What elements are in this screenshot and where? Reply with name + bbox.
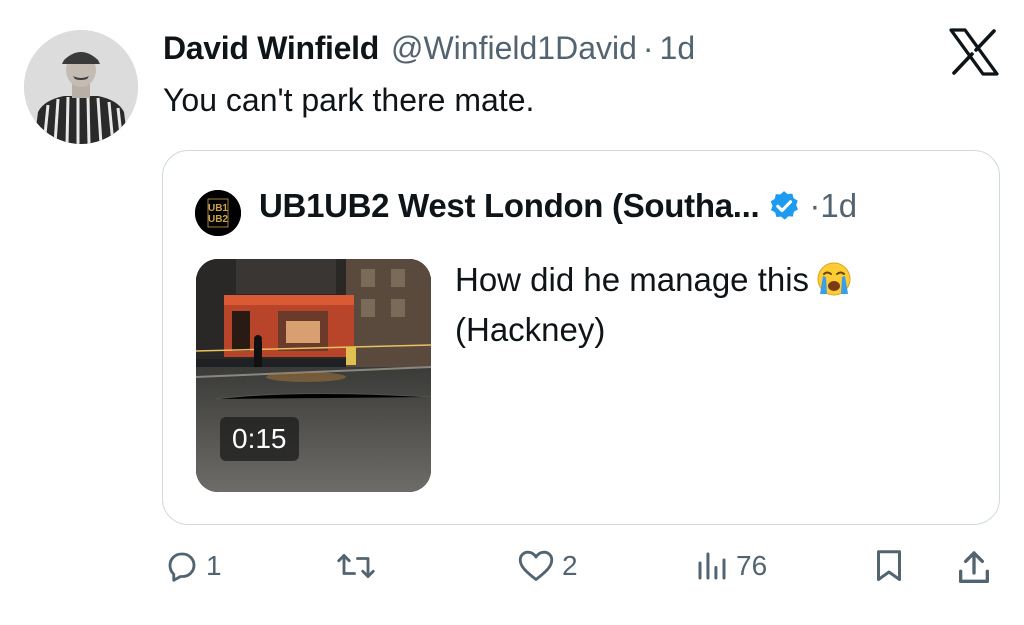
reply-icon — [168, 552, 196, 582]
bookmark-icon — [877, 550, 901, 581]
bookmark-button[interactable] — [872, 548, 906, 584]
reply-button[interactable]: 1 — [164, 548, 222, 584]
share-icon — [959, 551, 989, 583]
quoted-author-avatar[interactable]: UB1 UB2 — [195, 190, 241, 236]
quoted-tweet-header: UB1UB2 West London (Southa... · 1d — [259, 187, 857, 225]
reply-count: 1 — [206, 550, 222, 581]
quoted-text-line-1: How did he manage this — [455, 255, 975, 305]
like-count: 2 — [562, 550, 578, 581]
quoted-text-line-1-text: How did he manage this — [455, 261, 810, 298]
author-avatar[interactable] — [24, 30, 138, 144]
quoted-text-line-2: (Hackney) — [455, 311, 606, 348]
like-button[interactable]: 2 — [516, 548, 578, 584]
author-handle[interactable]: @Winfield1David — [391, 30, 637, 67]
quoted-tweet-card[interactable]: UB1 UB2 UB1UB2 West London (Southa... · … — [162, 150, 1000, 525]
quoted-separator-dot: · — [809, 187, 821, 224]
separator-dot: · — [642, 30, 654, 66]
tweet-text: You can't park there mate. — [163, 82, 535, 118]
x-logo-icon — [948, 28, 1000, 76]
views-chart-icon — [698, 552, 726, 580]
loudly-crying-face-icon — [817, 262, 851, 296]
repost-button[interactable] — [334, 548, 384, 584]
quoted-avatar-text-1: UB1 — [208, 203, 228, 214]
heart-icon — [518, 550, 554, 581]
tweet-header: David Winfield @Winfield1David · 1d — [163, 30, 695, 70]
quoted-author-name[interactable]: UB1UB2 West London (Southa... — [259, 187, 760, 225]
views-button[interactable]: 76 — [694, 548, 767, 584]
quoted-avatar-text-2: UB2 — [208, 214, 228, 225]
share-button[interactable] — [954, 548, 994, 588]
repost-icon — [337, 554, 375, 578]
author-name[interactable]: David Winfield — [163, 30, 379, 67]
video-duration-badge: 0:15 — [220, 417, 299, 461]
quoted-tweet-time[interactable]: 1d — [820, 187, 857, 225]
quoted-tweet-text: How did he manage this (Hackney) — [455, 255, 975, 355]
video-thumbnail[interactable]: 0:15 — [196, 259, 431, 492]
avatar-image — [24, 30, 138, 144]
tweet-time[interactable]: 1d — [660, 30, 696, 67]
views-count: 76 — [736, 550, 768, 581]
tweet-actions: 1 2 76 — [0, 548, 1024, 598]
verified-badge-icon — [771, 191, 799, 220]
